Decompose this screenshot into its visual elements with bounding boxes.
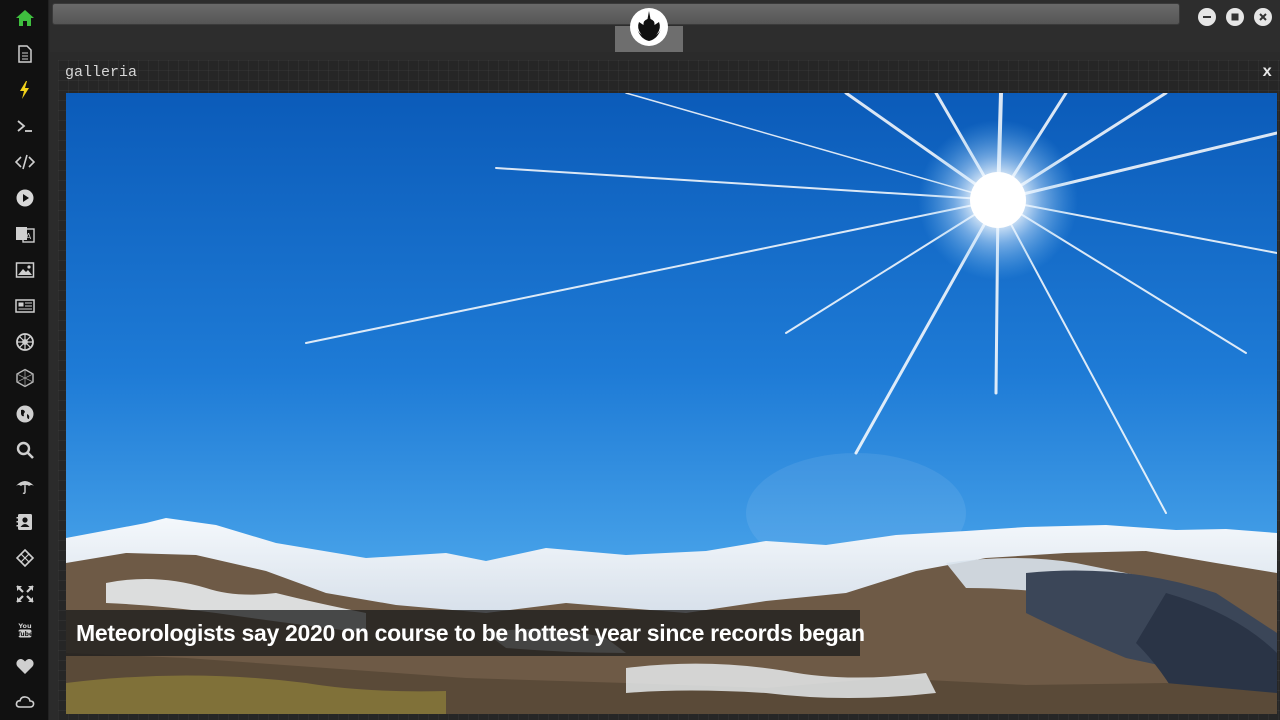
svg-text:Tube: Tube [17,631,33,638]
gallery-image[interactable]: Meteorologists say 2020 on course to be … [66,93,1277,714]
home-icon [16,10,34,26]
umbrella-icon [16,481,34,495]
globe-icon [16,405,34,423]
image-caption: Meteorologists say 2020 on course to be … [76,619,865,646]
sidebar-item-umbrella[interactable] [0,468,50,504]
sidebar-item-image[interactable] [0,252,50,288]
panel-close-button[interactable]: x [1262,63,1272,81]
contacts-icon [16,514,32,530]
minimize-button[interactable] [1198,8,1216,26]
caption-overlay: Meteorologists say 2020 on course to be … [66,610,865,656]
sidebar-item-terminal[interactable] [0,108,50,144]
image-icon [15,262,35,278]
youtube-icon: YouTube [17,622,33,638]
close-icon [1259,13,1267,21]
sidebar-item-home[interactable] [0,0,50,36]
translate-icon: A [16,227,35,243]
search-icon [16,441,34,459]
sidebar-item-document[interactable] [0,36,50,72]
hexagon-icon [16,368,34,388]
sidebar-item-search[interactable] [0,432,50,468]
code-icon [15,154,35,170]
rebel-alliance-icon [630,8,668,46]
minimize-icon [1203,16,1211,18]
sidebar-item-empire[interactable] [0,324,50,360]
sidebar-item-hexagon[interactable] [0,360,50,396]
sidebar-item-youtube[interactable]: You Tube [0,612,50,648]
newspaper-icon [15,299,35,313]
expand-icon [16,585,34,603]
sidebar-item-heart[interactable] [0,648,50,684]
document-icon [18,45,32,63]
panel-title: galleria [65,64,138,81]
play-icon [16,189,34,207]
sidebar-item-play[interactable] [0,180,50,216]
sidebar: A You Tube [0,0,49,720]
heart-icon [16,659,34,674]
top-bar [50,0,1280,52]
terminal-icon [17,120,32,132]
sidebar-item-lightning[interactable] [0,72,50,108]
maximize-icon [1231,13,1239,21]
sidebar-item-cloud[interactable] [0,684,50,720]
maximize-button[interactable] [1226,8,1244,26]
sidebar-item-expand[interactable] [0,576,50,612]
cloud-icon [15,696,35,708]
sidebar-item-contacts[interactable] [0,504,50,540]
sidebar-item-globe[interactable] [0,396,50,432]
close-window-button[interactable] [1254,8,1272,26]
empire-icon [16,333,34,351]
sidebar-item-codepen[interactable] [0,540,50,576]
address-bar[interactable] [52,3,1180,25]
lightning-icon [20,81,29,99]
svg-text:A: A [26,232,32,241]
sidebar-item-code[interactable] [0,144,50,180]
codepen-icon [15,548,35,568]
gallery-panel: galleria x Meteorologists say 2020 on co… [58,60,1280,720]
sidebar-item-newspaper[interactable] [0,288,50,324]
svg-text:You: You [17,622,32,630]
sidebar-item-translate[interactable]: A [0,216,50,252]
